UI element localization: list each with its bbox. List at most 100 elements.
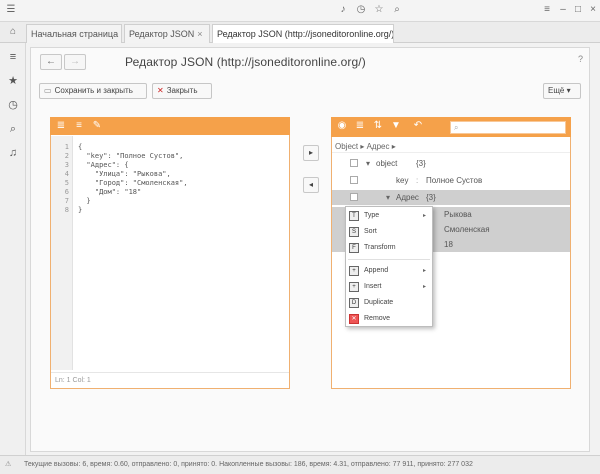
line-number: 4 (64, 170, 69, 178)
code-line[interactable]: "Адрес": { (78, 161, 128, 169)
expand-toggle-icon[interactable]: ▾ (386, 190, 390, 205)
tree-key[interactable]: key (396, 173, 408, 188)
undo-icon[interactable]: ↶ (411, 119, 425, 133)
app-menu-icon[interactable]: ☰ (4, 3, 18, 17)
sort-icon[interactable]: ⇅ (371, 119, 385, 133)
tab-json-editor-online-label: Редактор JSON (http://jsoneditoronline.o… (217, 29, 394, 39)
sections-icon[interactable]: ≡ (5, 49, 21, 65)
submenu-arrow-icon: ▸ (422, 284, 426, 290)
more-caret-icon: ▾ (566, 86, 571, 95)
search-icon[interactable]: ⌕ (5, 121, 21, 137)
menu-icon[interactable]: ≡ (540, 3, 554, 17)
drag-handle-icon[interactable] (350, 193, 358, 201)
code-line[interactable]: "Город": "Смоленская", (78, 179, 188, 187)
window-titlebar: ☰ ♪ ◷ ☆ ⌕ ≡ – □ × (0, 0, 600, 22)
compact-icon[interactable]: ≡ (72, 119, 86, 133)
back-button[interactable]: ← (40, 54, 62, 70)
tree-value[interactable]: {3} (416, 156, 426, 171)
repair-icon[interactable]: ✎ (90, 119, 104, 133)
maximize-icon[interactable]: □ (571, 3, 585, 17)
bell-icon[interactable]: ♪ (336, 3, 350, 17)
expand-toggle-icon[interactable]: ▾ (366, 156, 370, 171)
tree-value[interactable]: Рыкова (444, 207, 472, 222)
code-line[interactable]: } (78, 197, 90, 205)
close-button[interactable]: ✕ Закрыть (152, 83, 212, 99)
code-line[interactable]: "Улица": "Рыкова", (78, 170, 171, 178)
tree-value[interactable]: {3} (426, 190, 436, 205)
submenu-arrow-icon: ▸ (422, 268, 426, 274)
menu-item-label: Insert (364, 283, 382, 290)
line-number: 3 (64, 161, 69, 169)
menu-item-label: Sort (364, 228, 377, 235)
append-icon: + (349, 266, 359, 276)
menu-item-append[interactable]: + Append ▸ (346, 264, 432, 278)
menu-item-label: Remove (364, 315, 391, 322)
menu-item-label: Transform (364, 244, 396, 251)
page-title: Редактор JSON (http://jsoneditoronline.o… (125, 55, 366, 69)
menu-item-transform[interactable]: F Transform (346, 241, 432, 255)
notifications-bell-icon[interactable]: ♫ (5, 145, 21, 161)
code-line[interactable]: { (78, 143, 82, 151)
menu-item-insert[interactable]: + Insert ▸ (346, 280, 432, 294)
tab-json-editor[interactable]: Редактор JSON × (124, 24, 210, 43)
tree-row-selected[interactable]: ▾ Адрес {3} (332, 190, 570, 205)
history-clock-icon[interactable]: ◷ (5, 97, 21, 113)
code-line[interactable]: } (78, 206, 82, 214)
menu-item-label: Append (364, 267, 389, 274)
menu-item-type[interactable]: T Type ▸ (346, 209, 432, 223)
submenu-arrow-icon: ▸ (422, 213, 426, 219)
line-number: 2 (64, 152, 69, 160)
help-icon[interactable]: ? (578, 54, 583, 64)
minimize-icon[interactable]: – (556, 3, 570, 17)
code-line[interactable]: "Дом": "18" (78, 188, 141, 196)
expand-all-icon[interactable]: ◉ (335, 119, 349, 133)
forward-button[interactable]: → (64, 54, 86, 70)
cursor-position: Ln: 1 Col: 1 (51, 372, 289, 388)
tree-value[interactable]: Смоленская (444, 222, 490, 237)
tree-row[interactable]: key : Полное Сустов (332, 173, 570, 188)
tab-json-editor-online[interactable]: Редактор JSON (http://jsoneditoronline.o… (212, 24, 394, 43)
more-button[interactable]: Ещё ▾ (543, 83, 581, 99)
history-icon[interactable]: ◷ (354, 3, 368, 17)
tree-key[interactable]: Адрес (396, 190, 419, 205)
menu-separator (348, 259, 430, 260)
remove-icon: ✕ (349, 314, 359, 324)
line-number: 7 (64, 197, 69, 205)
side-panel: ≡ ★ ◷ ⌕ ♫ (0, 43, 26, 455)
favorites-icon[interactable]: ☆ (372, 3, 386, 17)
menu-item-remove[interactable]: ✕ Remove (346, 312, 432, 326)
line-number: 6 (64, 188, 69, 196)
tree-value[interactable]: 18 (444, 237, 453, 252)
format-icon[interactable]: ≣ (54, 119, 68, 133)
collapse-all-icon[interactable]: ≣ (353, 119, 367, 133)
drag-handle-icon[interactable] (350, 176, 358, 184)
tree-row[interactable]: ▾ object {3} (332, 156, 570, 171)
line-number: 8 (64, 206, 69, 214)
menu-item-label: Duplicate (364, 299, 394, 306)
tree-search-input[interactable]: ⌕ (450, 121, 566, 134)
save-close-label: Сохранить и закрыть (54, 86, 133, 95)
copy-to-tree-button[interactable]: ▸ (303, 145, 319, 161)
tab-bar: ⌂ Начальная страница Редактор JSON × Реда… (0, 22, 600, 43)
tab-close-icon[interactable]: × (197, 29, 202, 39)
tree-breadcrumb[interactable]: Object ▸ Адрес ▸ (332, 140, 570, 153)
copy-to-code-button[interactable]: ◂ (303, 177, 319, 193)
menu-item-duplicate[interactable]: D Duplicate (346, 296, 432, 310)
tab-home[interactable]: Начальная страница (26, 24, 122, 43)
menu-item-sort[interactable]: S Sort (346, 225, 432, 239)
status-bar: ⚠ Текущие вызовы: 6, время: 0.60, отправ… (0, 455, 600, 474)
type-icon: T (349, 211, 359, 221)
favorites-star-icon[interactable]: ★ (5, 73, 21, 89)
home-icon[interactable]: ⌂ (6, 25, 20, 39)
save-close-button[interactable]: ▭ Сохранить и закрыть (39, 83, 147, 99)
filter-icon[interactable]: ▼ (389, 119, 403, 133)
duplicate-icon: D (349, 298, 359, 308)
close-icon[interactable]: × (586, 3, 600, 17)
search-icon[interactable]: ⌕ (390, 3, 404, 17)
tree-value[interactable]: Полное Сустов (426, 173, 482, 188)
sort-icon: S (349, 227, 359, 237)
insert-icon: + (349, 282, 359, 292)
code-line[interactable]: "key": "Полное Сустов", (78, 152, 183, 160)
tree-key[interactable]: object (376, 156, 397, 171)
drag-handle-icon[interactable] (350, 159, 358, 167)
